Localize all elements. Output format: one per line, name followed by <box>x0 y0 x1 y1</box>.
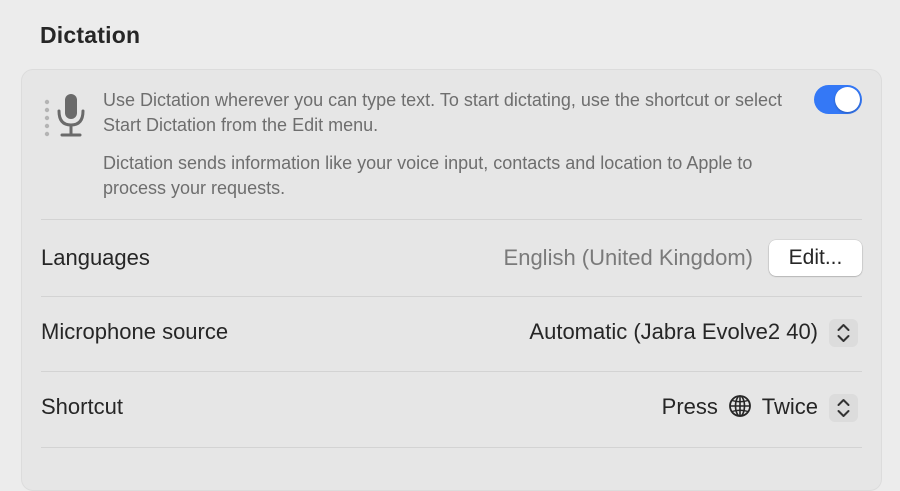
shortcut-value[interactable]: Press Twice <box>662 394 818 424</box>
divider <box>41 447 862 448</box>
shortcut-value-prefix: Press <box>661 394 718 419</box>
chevron-updown-icon <box>837 324 850 342</box>
dictation-intro: Use Dictation wherever you can type text… <box>22 70 881 220</box>
divider <box>41 371 862 372</box>
microphone-value[interactable]: Automatic (Jabra Evolve2 40) <box>529 319 818 345</box>
dictation-privacy-note: Dictation sends information like your vo… <box>103 153 753 198</box>
toggle-knob <box>835 87 860 112</box>
microphone-icon <box>42 94 92 140</box>
languages-value: English (United Kingdom) <box>503 245 753 270</box>
languages-label: Languages <box>41 245 150 270</box>
edit-languages-button[interactable]: Edit... <box>769 240 862 276</box>
microphone-popup-stepper[interactable] <box>829 319 858 347</box>
divider <box>41 296 862 297</box>
dictation-toggle[interactable] <box>814 85 862 114</box>
chevron-updown-icon <box>837 399 850 417</box>
dictation-panel: Use Dictation wherever you can type text… <box>21 69 882 491</box>
shortcut-popup-stepper[interactable] <box>829 394 858 422</box>
divider <box>41 219 862 220</box>
dictation-description: Use Dictation wherever you can type text… <box>103 90 782 135</box>
section-title: Dictation <box>40 22 141 48</box>
globe-icon <box>728 394 752 424</box>
shortcut-label: Shortcut <box>41 394 123 419</box>
microphone-label: Microphone source <box>41 319 229 344</box>
shortcut-value-suffix: Twice <box>761 394 818 419</box>
